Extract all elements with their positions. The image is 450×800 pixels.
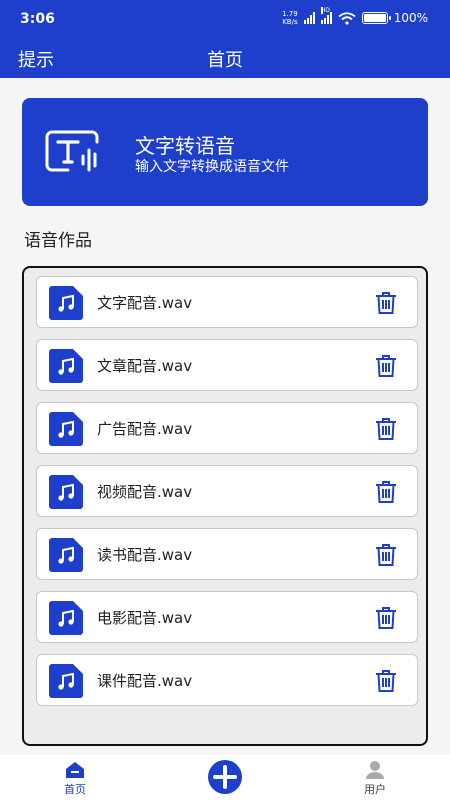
plus-icon[interactable] <box>203 759 247 795</box>
trash-icon[interactable] <box>375 480 397 504</box>
list-item[interactable]: 广告配音.wav <box>36 402 418 454</box>
status-icons: 1.79 KB/s HD 100% <box>282 7 428 26</box>
audio-file-icon <box>49 475 83 509</box>
trash-icon[interactable] <box>375 354 397 378</box>
net-speed-unit: KB/s <box>282 18 298 26</box>
status-bar: 3:06 1.79 KB/s HD 100% <box>0 0 450 38</box>
signal-hd-label: HD <box>320 7 330 14</box>
list-item[interactable]: 读书配音.wav <box>36 528 418 580</box>
audio-file-icon <box>49 412 83 446</box>
tab-home[interactable]: 首页 <box>45 755 105 800</box>
tab-home-label: 首页 <box>64 783 86 796</box>
section-title: 语音作品 <box>24 231 92 251</box>
net-speed: 1.79 KB/s <box>282 10 298 26</box>
trash-icon[interactable] <box>375 543 397 567</box>
status-time: 3:06 <box>20 11 55 27</box>
net-speed-value: 1.79 <box>282 10 298 18</box>
banner-title: 文字转语音 <box>135 134 235 158</box>
signal-hd-icon: HD <box>320 7 332 24</box>
home-icon <box>66 762 84 778</box>
tab-user-label: 用户 <box>364 783 386 796</box>
battery-level: 100% <box>393 11 428 25</box>
file-name: 读书配音.wav <box>97 546 193 564</box>
file-name: 文字配音.wav <box>97 294 193 312</box>
tab-user[interactable]: 用户 <box>345 755 405 800</box>
page-title: 首页 <box>207 50 243 71</box>
wifi-icon <box>338 11 356 25</box>
list-item[interactable]: 课件配音.wav <box>36 654 418 706</box>
list-item[interactable]: 文章配音.wav <box>36 339 418 391</box>
text-to-speech-icon <box>45 130 99 172</box>
file-name: 视频配音.wav <box>97 483 193 501</box>
list-item[interactable]: 电影配音.wav <box>36 591 418 643</box>
file-name: 课件配音.wav <box>97 672 193 690</box>
trash-icon[interactable] <box>375 669 397 693</box>
audio-file-icon <box>49 538 83 572</box>
signal-icon <box>303 12 315 24</box>
audio-file-icon <box>49 349 83 383</box>
trash-icon[interactable] <box>375 417 397 441</box>
list-item[interactable]: 视频配音.wav <box>36 465 418 517</box>
audio-file-icon <box>49 601 83 635</box>
audio-file-icon <box>49 286 83 320</box>
bottom-tab-bar: 首页 用户 <box>0 755 450 800</box>
trash-icon[interactable] <box>375 606 397 630</box>
works-list: 文字配音.wav 文章配音.wav 广告配音.wav 视频配音.wav 读书配音… <box>22 266 428 746</box>
trash-icon[interactable] <box>375 291 397 315</box>
list-item[interactable]: 文字配音.wav <box>36 276 418 328</box>
user-icon <box>366 761 384 779</box>
battery-icon <box>361 12 391 24</box>
banner-subtitle: 输入文字转换成语音文件 <box>135 159 289 175</box>
top-app-bar: 提示 首页 <box>0 38 450 78</box>
file-name: 电影配音.wav <box>97 609 193 627</box>
text-to-speech-card[interactable]: 文字转语音 输入文字转换成语音文件 <box>22 98 428 206</box>
audio-file-icon <box>49 664 83 698</box>
file-name: 文章配音.wav <box>97 357 193 375</box>
file-name: 广告配音.wav <box>97 420 193 438</box>
